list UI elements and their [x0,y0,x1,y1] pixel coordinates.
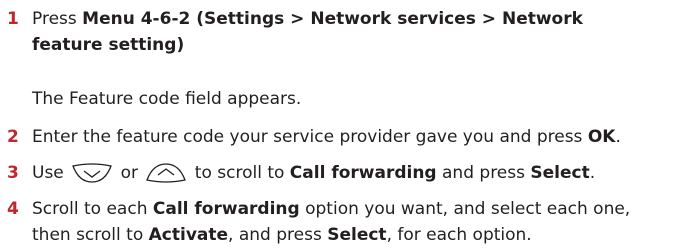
step-line: feature setting) [32,32,677,58]
step-text-plain: then scroll to [32,225,149,245]
step-line: Press Menu 4-6-2 (Settings > Network ser… [32,6,677,32]
step-text-plain: . [615,127,621,147]
step-number: 3 [7,163,19,183]
menu-path-continued: feature setting [32,35,177,55]
call-forwarding-label: Call forwarding [152,199,300,219]
step-line: Scroll to each Call forwarding option yo… [32,196,677,222]
step-text: Press Menu 4-6-2 (Settings > Network ser… [32,6,677,58]
step-text-plain: and press [436,163,531,183]
step-text-plain: , for each option. [386,225,532,245]
step-text: Use or to scroll to Call forwarding and … [32,160,677,186]
step-number: 1 [7,9,19,29]
step-text-plain: Use [32,163,64,183]
step-text-plain: or [120,163,138,183]
step-text: Scroll to each Call forwarding option yo… [32,196,677,248]
step-text-plain: option you want, and select each one, [299,199,631,219]
select-key-label: Select [327,225,387,245]
step-text-plain: to scroll to [194,163,290,183]
step-1-note: The Feature code field appears. [32,89,302,109]
step-number: 4 [7,199,19,219]
step-text-plain: Press [32,9,83,29]
menu-path: Menu 4-6-2 (Settings > Network services … [82,9,583,29]
step-line: then scroll to Activate, and press Selec… [32,222,677,248]
step-line: Use or to scroll to Call forwarding and … [32,160,677,186]
activate-label: Activate [148,225,229,245]
select-key-label: Select [530,163,590,183]
scroll-down-key-icon [71,163,113,183]
step-text-plain: Scroll to each [32,199,153,219]
step-number: 2 [7,127,19,147]
step-text-plain: , and press [228,225,328,245]
step-text-plain: . [589,163,596,183]
ok-key-label: OK [587,127,616,147]
step-line: Enter the feature code your service prov… [32,124,677,150]
step-text: Enter the feature code your service prov… [32,124,677,150]
scroll-up-key-icon [145,163,187,183]
call-forwarding-label: Call forwarding [289,163,437,183]
closing-paren: ) [176,35,185,55]
step-text-plain: Enter the feature code your service prov… [32,127,588,147]
